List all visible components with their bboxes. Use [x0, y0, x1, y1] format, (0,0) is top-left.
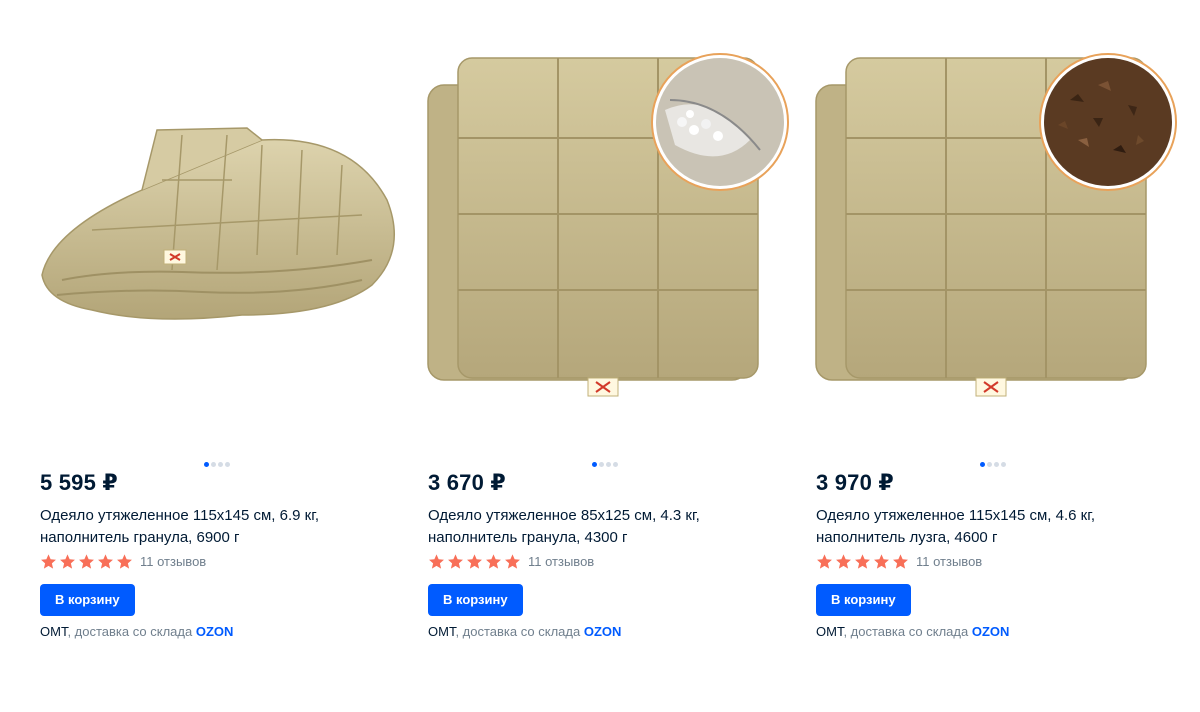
- star-icon: [79, 554, 94, 569]
- delivery-text: , доставка со склада: [455, 624, 584, 639]
- product-price: 3 670 ₽: [428, 470, 506, 495]
- image-pagination[interactable]: [980, 462, 1006, 467]
- rating-stars: [816, 553, 909, 570]
- image-pagination[interactable]: [592, 462, 618, 467]
- pagination-dot[interactable]: [592, 462, 597, 467]
- reviews-count[interactable]: 11 отзывов: [140, 554, 206, 569]
- image-pagination[interactable]: [204, 462, 230, 467]
- pagination-dot[interactable]: [606, 462, 611, 467]
- delivery-info: ОМТ, доставка со склада OZON: [428, 624, 621, 639]
- pagination-dot[interactable]: [211, 462, 216, 467]
- star-icon: [893, 554, 908, 569]
- star-icon: [874, 554, 889, 569]
- product-image[interactable]: [420, 40, 792, 420]
- add-to-cart-button[interactable]: В корзину: [816, 584, 911, 616]
- pagination-dot[interactable]: [599, 462, 604, 467]
- star-icon: [60, 554, 75, 569]
- star-icon: [836, 554, 851, 569]
- product-price: 3 970 ₽: [816, 470, 894, 495]
- quilted-blanket-image: [427, 53, 789, 397]
- star-icon: [429, 554, 444, 569]
- pagination-dot[interactable]: [980, 462, 985, 467]
- star-icon: [817, 554, 832, 569]
- star-icon: [98, 554, 113, 569]
- product-card[interactable]: 5 595 ₽ Одеяло утяжеленное 115х145 см, 6…: [32, 0, 404, 712]
- delivery-info: ОМТ, доставка со склада OZON: [816, 624, 1009, 639]
- product-rating[interactable]: 11 отзывов: [816, 553, 982, 570]
- rating-stars: [40, 553, 133, 570]
- product-rating[interactable]: 11 отзывов: [428, 553, 594, 570]
- pagination-dot[interactable]: [1001, 462, 1006, 467]
- product-image[interactable]: [32, 40, 404, 420]
- rating-stars: [428, 553, 521, 570]
- ozon-brand: OZON: [971, 624, 1010, 639]
- ozon-brand: OZON: [583, 624, 622, 639]
- product-title[interactable]: Одеяло утяжеленное 85х125 см, 4.3 кг, на…: [428, 505, 758, 549]
- product-title[interactable]: Одеяло утяжеленное 115х145 см, 6.9 кг, н…: [40, 505, 370, 549]
- star-icon: [855, 554, 870, 569]
- product-image[interactable]: [808, 40, 1180, 420]
- product-rating[interactable]: 11 отзывов: [40, 553, 206, 570]
- delivery-info: ОМТ, доставка со склада OZON: [40, 624, 233, 639]
- pagination-dot[interactable]: [218, 462, 223, 467]
- ozon-brand: OZON: [195, 624, 234, 639]
- product-grid: 5 595 ₽ Одеяло утяжеленное 115х145 см, 6…: [0, 0, 1200, 712]
- pagination-dot[interactable]: [987, 462, 992, 467]
- seller-name[interactable]: ОМТ: [40, 624, 67, 639]
- product-price: 5 595 ₽: [40, 470, 118, 495]
- product-card[interactable]: 3 670 ₽ Одеяло утяжеленное 85х125 см, 4.…: [420, 0, 792, 712]
- star-icon: [41, 554, 56, 569]
- reviews-count[interactable]: 11 отзывов: [916, 554, 982, 569]
- delivery-text: , доставка со склада: [67, 624, 196, 639]
- pagination-dot[interactable]: [613, 462, 618, 467]
- pagination-dot[interactable]: [994, 462, 999, 467]
- add-to-cart-button[interactable]: В корзину: [428, 584, 523, 616]
- pagination-dot[interactable]: [225, 462, 230, 467]
- seller-name[interactable]: ОМТ: [428, 624, 455, 639]
- delivery-text: , доставка со склада: [843, 624, 972, 639]
- product-card[interactable]: 3 970 ₽ Одеяло утяжеленное 115х145 см, 4…: [808, 0, 1180, 712]
- seller-name[interactable]: ОМТ: [816, 624, 843, 639]
- folded-blanket-image: [41, 127, 395, 320]
- product-title[interactable]: Одеяло утяжеленное 115х145 см, 4.6 кг, н…: [816, 505, 1146, 549]
- star-icon: [117, 554, 132, 569]
- star-icon: [505, 554, 520, 569]
- star-icon: [448, 554, 463, 569]
- star-icon: [467, 554, 482, 569]
- reviews-count[interactable]: 11 отзывов: [528, 554, 594, 569]
- add-to-cart-button[interactable]: В корзину: [40, 584, 135, 616]
- star-icon: [486, 554, 501, 569]
- quilted-blanket-husk-image: [815, 53, 1177, 397]
- pagination-dot[interactable]: [204, 462, 209, 467]
